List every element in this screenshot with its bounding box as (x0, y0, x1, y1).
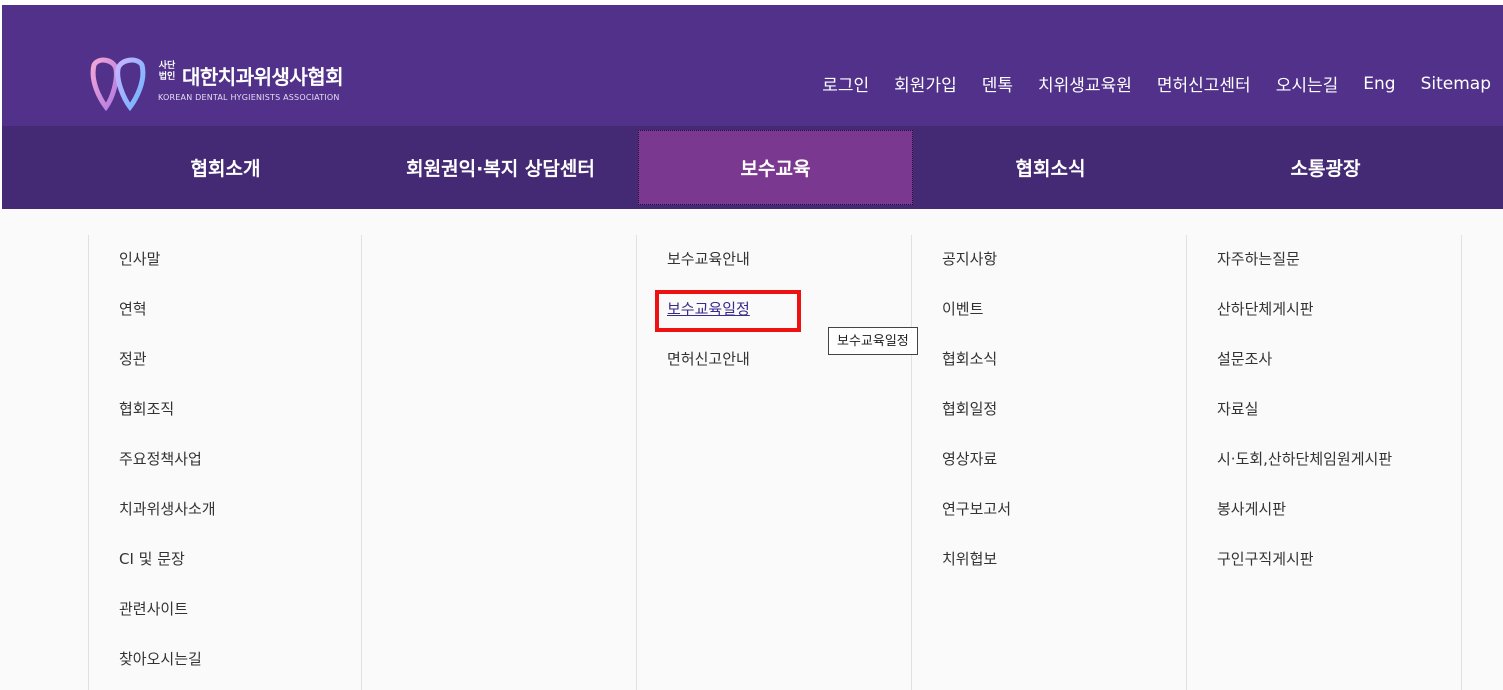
site-logo[interactable]: 사단 법인 대한치과위생사협회 KOREAN DENTAL HYGIENISTS… (88, 55, 378, 111)
util-link-signup[interactable]: 회원가입 (894, 71, 957, 96)
page: 사단 법인 대한치과위생사협회 KOREAN DENTAL HYGIENISTS… (0, 0, 1503, 690)
submenu-link-directions[interactable]: 찾아오시는길 (119, 650, 202, 668)
submenu-link-related-sites[interactable]: 관련사이트 (119, 600, 188, 618)
submenu-link-policy-projects[interactable]: 주요정책사업 (119, 450, 202, 468)
logo-badge-line2: 법인 (158, 72, 176, 82)
main-nav-item-news[interactable]: 협회소식 (913, 126, 1188, 209)
submenu-item[interactable]: 산하단체게시판 (1217, 297, 1461, 347)
submenu-link-resources[interactable]: 자료실 (1217, 400, 1258, 418)
submenu-link-newsletter[interactable]: 치위협보 (942, 550, 997, 568)
submenu-item[interactable]: 봉사게시판 (1217, 497, 1461, 547)
submenu-item[interactable]: 시·도회,산하단체임원게시판 (1217, 447, 1461, 497)
logo-name: 대한치과위생사협회 (182, 65, 344, 89)
util-link-english[interactable]: Eng (1363, 74, 1395, 94)
submenu-column-member-rights (361, 235, 637, 690)
submenu-link-faq[interactable]: 자주하는질문 (1217, 250, 1300, 268)
submenu-link-articles[interactable]: 정관 (119, 350, 147, 368)
logo-badge-line1: 사단 (158, 61, 176, 71)
main-nav-item-about[interactable]: 협회소개 (88, 126, 363, 209)
submenu-column-community: 자주하는질문 산하단체게시판 설문조사 자료실 시·도회,산하단체임원게시판 봉… (1186, 235, 1462, 690)
submenu-column-about: 인사말 연혁 정관 협회조직 주요정책사업 치과위생사소개 CI 및 문장 관련… (88, 235, 362, 690)
submenu-item[interactable]: 찾아오시는길 (119, 647, 362, 690)
submenu-link-research-reports[interactable]: 연구보고서 (942, 500, 1011, 518)
submenu-link-association-news[interactable]: 협회소식 (942, 350, 997, 368)
util-link-education-institute[interactable]: 치위생교육원 (1038, 71, 1132, 96)
submenu-item[interactable]: 정관 (119, 347, 362, 397)
utility-nav: 로그인 회원가입 덴톡 치위생교육원 면허신고센터 오시는길 Eng Sitem… (797, 71, 1491, 97)
highlight-annotation-box (655, 290, 801, 332)
top-header: 사단 법인 대한치과위생사협회 KOREAN DENTAL HYGIENISTS… (2, 5, 1503, 126)
submenu-item[interactable]: 자료실 (1217, 397, 1461, 447)
submenu-link-ci-emblem[interactable]: CI 및 문장 (119, 550, 185, 568)
submenu-item[interactable]: 설문조사 (1217, 347, 1461, 397)
submenu-item[interactable]: 구인구직게시판 (1217, 547, 1461, 597)
submenu-link-videos[interactable]: 영상자료 (942, 450, 997, 468)
submenu-item[interactable]: 자주하는질문 (1217, 247, 1461, 297)
association-logo-icon (90, 57, 146, 111)
submenu-link-history[interactable]: 연혁 (119, 300, 147, 318)
main-nav: 협회소개 회원권익·복지 상담센터 보수교육 협회소식 소통광장 (2, 126, 1503, 209)
submenu-item[interactable]: 치과위생사소개 (119, 497, 362, 547)
submenu-item[interactable]: CI 및 문장 (119, 547, 362, 597)
submenu-link-organization[interactable]: 협회조직 (119, 400, 174, 418)
util-link-license-center[interactable]: 면허신고센터 (1157, 71, 1251, 96)
link-tooltip: 보수교육일정 (828, 327, 918, 355)
submenu-item[interactable]: 협회소식 (942, 347, 1187, 397)
submenu-link-volunteer-board[interactable]: 봉사게시판 (1217, 500, 1286, 518)
submenu-item[interactable]: 협회일정 (942, 397, 1187, 447)
submenu-item[interactable]: 연혁 (119, 297, 362, 347)
submenu-link-education-guide[interactable]: 보수교육안내 (667, 250, 750, 268)
submenu-link-notices[interactable]: 공지사항 (942, 250, 997, 268)
main-nav-item-continuing-education[interactable]: 보수교육 (638, 130, 913, 205)
util-link-login[interactable]: 로그인 (822, 71, 869, 96)
submenu-item[interactable]: 영상자료 (942, 447, 1187, 497)
submenu-link-survey[interactable]: 설문조사 (1217, 350, 1272, 368)
main-nav-item-community[interactable]: 소통광장 (1188, 126, 1463, 209)
submenu-item[interactable]: 공지사항 (942, 247, 1187, 297)
submenu-link-affiliate-board[interactable]: 산하단체게시판 (1217, 300, 1314, 318)
submenu-item[interactable]: 연구보고서 (942, 497, 1187, 547)
submenu-link-greeting[interactable]: 인사말 (119, 250, 160, 268)
submenu-link-jobs-board[interactable]: 구인구직게시판 (1217, 550, 1314, 568)
submenu-link-hygienist-intro[interactable]: 치과위생사소개 (119, 500, 216, 518)
mega-menu: 인사말 연혁 정관 협회조직 주요정책사업 치과위생사소개 CI 및 문장 관련… (0, 209, 1503, 690)
util-link-sitemap[interactable]: Sitemap (1421, 74, 1491, 94)
submenu-link-events[interactable]: 이벤트 (942, 300, 983, 318)
submenu-item[interactable]: 이벤트 (942, 297, 1187, 347)
submenu-item[interactable]: 인사말 (119, 247, 362, 297)
submenu-link-association-schedule[interactable]: 협회일정 (942, 400, 997, 418)
submenu-link-license-guide[interactable]: 면허신고안내 (667, 350, 750, 368)
submenu-column-news: 공지사항 이벤트 협회소식 협회일정 영상자료 연구보고서 치위협보 (911, 235, 1187, 690)
logo-english-name: KOREAN DENTAL HYGIENISTS ASSOCIATION (158, 93, 340, 102)
util-link-dentalk[interactable]: 덴톡 (982, 71, 1013, 96)
submenu-item[interactable]: 협회조직 (119, 397, 362, 447)
submenu-item[interactable]: 치위협보 (942, 547, 1187, 597)
submenu-link-officers-board[interactable]: 시·도회,산하단체임원게시판 (1217, 450, 1392, 468)
main-nav-item-member-rights[interactable]: 회원권익·복지 상담센터 (363, 126, 638, 209)
logo-badge: 사단 법인 (156, 61, 178, 83)
submenu-item[interactable]: 관련사이트 (119, 597, 362, 647)
util-link-directions[interactable]: 오시는길 (1276, 71, 1339, 96)
submenu-item[interactable]: 주요정책사업 (119, 447, 362, 497)
